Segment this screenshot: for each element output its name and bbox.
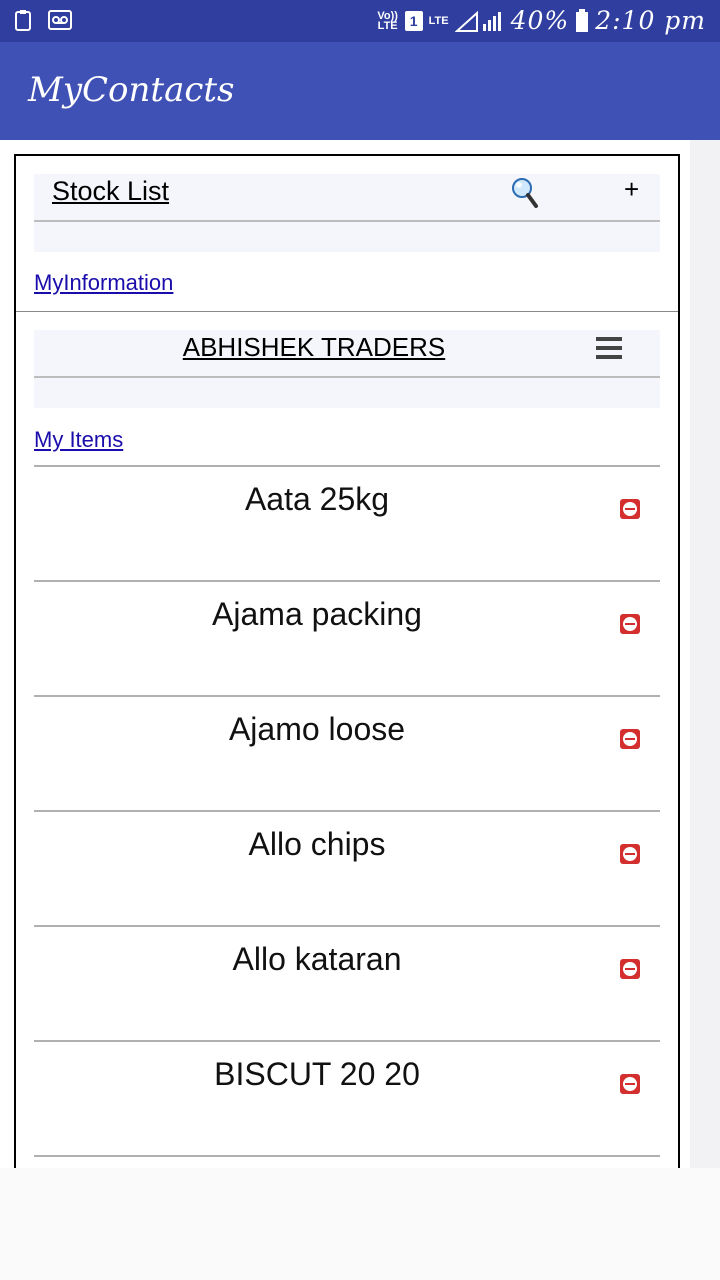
clipboard-icon: [15, 10, 31, 31]
trader-header-spacer: [34, 378, 660, 408]
web-content[interactable]: Stock List + MyInformation ABHISHEK TRAD…: [0, 140, 720, 1168]
menu-icon[interactable]: [596, 337, 622, 359]
items-list: Aata 25kg Ajama packing Ajamo loose Allo…: [34, 465, 660, 1168]
scroll-gutter: [690, 140, 720, 1168]
app-title: MyContacts: [28, 70, 235, 110]
delete-icon[interactable]: [620, 1074, 640, 1094]
list-item[interactable]: Ajama packing: [34, 580, 660, 695]
item-name: Allo kataran: [232, 941, 402, 977]
stock-header: Stock List +: [34, 174, 660, 222]
my-information-link[interactable]: MyInformation: [34, 270, 173, 296]
my-items-link[interactable]: My Items: [34, 427, 123, 453]
trader-header: ABHISHEK TRADERS: [34, 330, 660, 378]
item-name: BISCUT 20 20: [214, 1056, 420, 1092]
blank-bottom-area: [0, 1168, 720, 1280]
item-name: Ajama packing: [212, 596, 422, 632]
delete-icon[interactable]: [620, 959, 640, 979]
section-divider: [16, 311, 678, 312]
search-icon[interactable]: [510, 176, 540, 210]
add-button[interactable]: +: [624, 174, 639, 205]
network-label: LTE: [428, 14, 449, 27]
list-item[interactable]: Allo kataran: [34, 925, 660, 1040]
list-item[interactable]: Ajamo loose: [34, 695, 660, 810]
trader-title[interactable]: ABHISHEK TRADERS: [34, 332, 594, 363]
delete-icon[interactable]: [620, 499, 640, 519]
list-item[interactable]: BISCUT 20 20: [34, 1040, 660, 1155]
clock: 2:10 pm: [595, 6, 706, 35]
status-bar: Vo)) LTE 1 LTE 40% 2:10 pm: [0, 0, 720, 42]
content-container: Stock List + MyInformation ABHISHEK TRAD…: [14, 154, 680, 1168]
signal-icon: [454, 10, 501, 32]
list-item[interactable]: Aata 25kg: [34, 465, 660, 580]
item-name: Aata 25kg: [244, 481, 390, 517]
volte-label: Vo)) LTE: [377, 9, 398, 32]
delete-icon[interactable]: [620, 729, 640, 749]
list-item-partial[interactable]: [34, 1155, 660, 1168]
list-item[interactable]: Allo chips: [34, 810, 660, 925]
voicemail-icon: [48, 10, 72, 30]
delete-icon[interactable]: [620, 844, 640, 864]
sim-badge: 1: [404, 10, 423, 31]
stock-list-title[interactable]: Stock List: [52, 176, 169, 207]
item-name: Allo chips: [248, 826, 386, 862]
delete-icon[interactable]: [620, 614, 640, 634]
stock-header-spacer: [34, 222, 660, 252]
app-bar: MyContacts: [0, 42, 720, 140]
battery-percent: 40%: [510, 6, 570, 35]
battery-icon: [576, 8, 589, 32]
item-name: Ajamo loose: [228, 711, 406, 747]
